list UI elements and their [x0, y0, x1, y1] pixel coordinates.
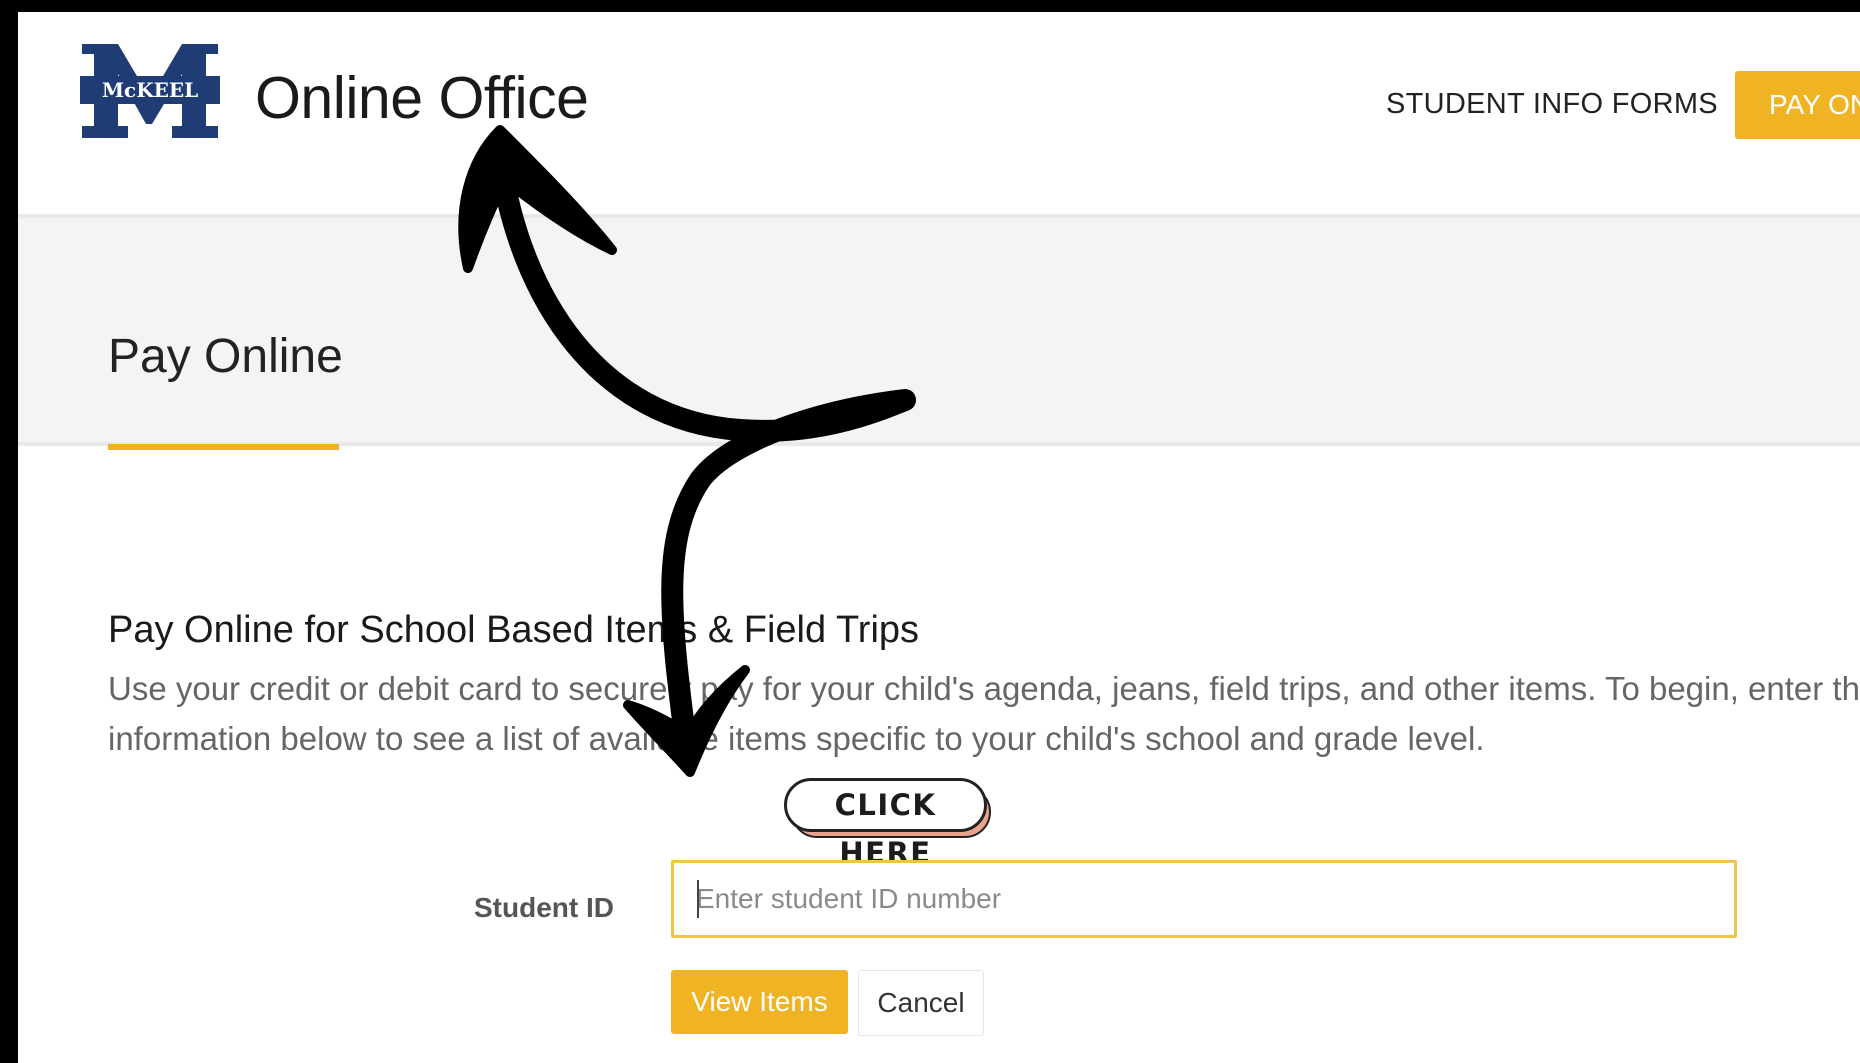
description-line-2: information below to see a list of avail…	[108, 720, 1485, 757]
section-heading: Pay Online for School Based Items & Fiel…	[108, 609, 920, 651]
section-description: Use your credit or debit card to securel…	[108, 664, 1860, 764]
site-title: Online Office	[255, 65, 589, 131]
logo-text: McKEEL	[102, 78, 198, 102]
logo-m-mark: McKEEL	[80, 44, 220, 138]
description-line-1: Use your credit or debit card to securel…	[108, 670, 1860, 707]
student-id-input[interactable]	[671, 860, 1737, 938]
cancel-button[interactable]: Cancel	[858, 970, 984, 1036]
nav-pay-online-button[interactable]: PAY ONLINE	[1735, 71, 1860, 139]
text-cursor	[697, 880, 699, 918]
click-here-annotation: CLICK HERE	[784, 778, 994, 870]
title-underline	[108, 444, 339, 450]
student-id-label: Student ID	[474, 892, 614, 923]
click-here-label: CLICK HERE	[784, 778, 987, 870]
page-banner: Pay Online	[18, 214, 1860, 450]
page-title: Pay Online	[108, 330, 343, 383]
view-items-button[interactable]: View Items	[671, 970, 848, 1034]
nav-student-info-forms[interactable]: STUDENT INFO FORMS	[1386, 88, 1718, 121]
mckeel-logo[interactable]: McKEEL	[80, 40, 220, 140]
site-header: McKEEL Online Office STUDENT INFO FORMS …	[18, 12, 1860, 214]
page: McKEEL Online Office STUDENT INFO FORMS …	[18, 12, 1860, 1063]
